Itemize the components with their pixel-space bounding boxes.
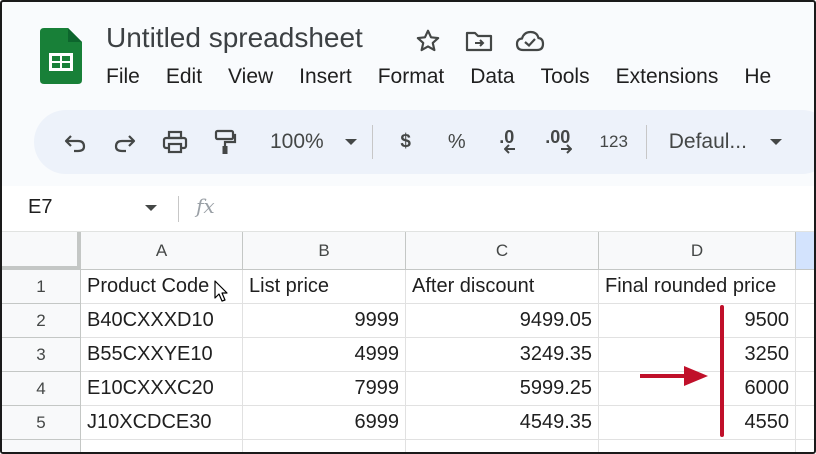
formula-bar-divider	[178, 196, 179, 222]
column-header-d[interactable]: D	[599, 232, 796, 270]
font-select[interactable]: Defaul...	[669, 124, 783, 160]
toolbar-divider	[371, 125, 373, 159]
name-box-dropdown-icon[interactable]	[144, 204, 158, 212]
cell-c5[interactable]: 4549.35	[406, 406, 599, 440]
cell-d3[interactable]: 3250	[599, 338, 796, 372]
row-header-4[interactable]: 4	[2, 372, 81, 406]
cell-c3[interactable]: 3249.35	[406, 338, 599, 372]
zoom-dropdown-arrow-icon	[344, 139, 357, 145]
name-box[interactable]: E7	[28, 196, 52, 219]
cell-d4[interactable]: 6000	[599, 372, 796, 406]
menu-edit[interactable]: Edit	[166, 65, 202, 89]
select-all-corner[interactable]	[2, 232, 81, 270]
decrease-decimal-button[interactable]: .0	[488, 124, 526, 160]
row-header-6[interactable]	[2, 440, 81, 452]
cell-a3[interactable]: B55CXXYE10	[81, 338, 243, 372]
fx-icon: fx	[196, 194, 215, 218]
cell-b6[interactable]	[243, 440, 406, 452]
menu-insert[interactable]: Insert	[299, 65, 352, 89]
menu-extensions[interactable]: Extensions	[616, 65, 719, 89]
column-header-b[interactable]: B	[243, 232, 406, 270]
menu-data[interactable]: Data	[470, 65, 514, 89]
zoom-value: 100%	[270, 130, 324, 153]
menu-format[interactable]: Format	[378, 65, 445, 89]
left-arrow-icon	[503, 144, 515, 154]
cell-d5[interactable]: 4550	[599, 406, 796, 440]
menu-bar: File Edit View Insert Format Data Tools …	[106, 65, 797, 89]
cell-c1[interactable]: After discount	[406, 270, 599, 304]
cell-d6[interactable]	[599, 440, 796, 452]
app-window: Untitled spreadsheet File Edit View Inse…	[0, 0, 816, 454]
cell-e2[interactable]	[796, 304, 814, 338]
menu-tools[interactable]: Tools	[541, 65, 590, 89]
row-header-5[interactable]: 5	[2, 406, 81, 440]
more-formats-button[interactable]: 123	[596, 124, 632, 160]
move-folder-icon[interactable]	[464, 26, 494, 56]
cell-c2[interactable]: 9499.05	[406, 304, 599, 338]
zoom-select[interactable]: 100%	[270, 124, 358, 160]
increase-decimal-button[interactable]: .00	[536, 124, 580, 160]
paint-format-icon[interactable]	[208, 124, 242, 160]
font-dropdown-arrow-icon	[769, 139, 782, 145]
menu-file[interactable]: File	[106, 65, 140, 89]
menu-view[interactable]: View	[228, 65, 273, 89]
cell-b1[interactable]: List price	[243, 270, 406, 304]
cell-d2[interactable]: 9500	[599, 304, 796, 338]
column-header-c[interactable]: C	[406, 232, 599, 270]
sheet-grid: A B C D 1 Product Code List price After …	[2, 232, 814, 452]
print-icon[interactable]	[158, 124, 192, 160]
cell-e1[interactable]	[796, 270, 814, 304]
redo-icon[interactable]	[108, 124, 142, 160]
cell-e3[interactable]	[796, 338, 814, 372]
column-header-e[interactable]	[796, 232, 814, 270]
formula-bar: E7 fx	[2, 186, 814, 232]
toolbar: 100% $ % .0 .00 123 Defaul...	[34, 110, 814, 174]
cell-c4[interactable]: 5999.25	[406, 372, 599, 406]
cell-c6[interactable]	[406, 440, 599, 452]
row-header-1[interactable]: 1	[2, 270, 81, 304]
cell-a4[interactable]: E10CXXXC20	[81, 372, 243, 406]
row-header-2[interactable]: 2	[2, 304, 81, 338]
sheets-logo-icon	[40, 28, 82, 84]
cell-a5[interactable]: J10XCDCE30	[81, 406, 243, 440]
document-title[interactable]: Untitled spreadsheet	[106, 22, 363, 54]
star-icon[interactable]	[413, 26, 443, 56]
cloud-saved-icon[interactable]	[515, 26, 545, 56]
percent-format-button[interactable]: %	[442, 124, 472, 160]
cell-b4[interactable]: 7999	[243, 372, 406, 406]
right-arrow-icon	[560, 144, 572, 154]
cell-b2[interactable]: 9999	[243, 304, 406, 338]
cell-b5[interactable]: 6999	[243, 406, 406, 440]
toolbar-divider	[645, 125, 647, 159]
cell-e5[interactable]	[796, 406, 814, 440]
cell-e4[interactable]	[796, 372, 814, 406]
undo-icon[interactable]	[58, 124, 92, 160]
cell-a6[interactable]	[81, 440, 243, 452]
menu-help[interactable]: He	[744, 65, 771, 89]
cell-d1[interactable]: Final rounded price	[599, 270, 796, 304]
row-header-3[interactable]: 3	[2, 338, 81, 372]
font-value: Defaul...	[668, 130, 747, 153]
cell-a2[interactable]: B40CXXXD10	[81, 304, 243, 338]
cell-a1[interactable]: Product Code	[81, 270, 243, 304]
column-header-a[interactable]: A	[81, 232, 243, 270]
cell-b3[interactable]: 4999	[243, 338, 406, 372]
currency-format-button[interactable]: $	[391, 124, 421, 160]
